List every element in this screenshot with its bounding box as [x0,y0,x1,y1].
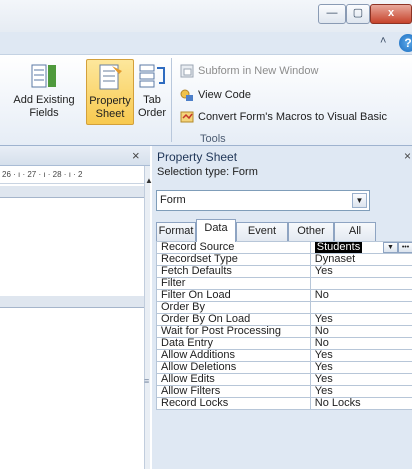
scroll-grip-icon[interactable]: ≡ [144,376,149,386]
convert-macros-label: Convert Form's Macros to Visual Basic [198,111,387,123]
property-name: Allow Edits [156,373,311,386]
horizontal-ruler: 26 · ı · 27 · ı · 28 · ı · 2 [0,166,144,184]
property-value[interactable]: Students ▼ ••• [309,241,412,254]
detail-band[interactable] [0,296,144,308]
property-sheet-button[interactable]: Property Sheet [86,59,134,125]
property-row[interactable]: Allow Additions Yes [156,349,412,362]
property-name: Recordset Type [156,253,311,266]
ribbon-separator [171,58,172,142]
view-code-button[interactable]: View Code [180,85,251,105]
property-sheet-label: Property Sheet [89,95,131,120]
object-selector-value: Form [160,194,186,206]
form-header-band[interactable] [0,186,144,198]
chevron-down-icon[interactable]: ▼ [352,193,367,208]
property-row[interactable]: Allow Edits Yes [156,373,412,386]
minimize-ribbon-icon[interactable]: ˄ [380,35,386,47]
property-sheet-icon [99,64,122,90]
property-value[interactable]: Yes [309,361,412,374]
convert-macros-icon [180,111,194,123]
property-name: Fetch Defaults [156,265,311,278]
selection-type-label: Selection type: Form [157,166,258,178]
subform-icon [180,64,194,78]
close-document-icon[interactable]: × [132,148,140,163]
view-code-icon [180,89,193,102]
subform-in-new-window-label: Subform in New Window [198,65,319,77]
title-bar: — ▢ x [0,0,412,32]
subform-in-new-window-button[interactable]: Subform in New Window [180,61,318,81]
property-value[interactable]: No Locks [309,397,412,410]
property-value[interactable] [309,301,412,314]
property-value[interactable] [309,277,412,290]
tools-group-label: Tools [200,133,226,145]
property-sheet-title: Property Sheet [157,150,238,164]
property-row[interactable]: Order By On Load Yes [156,313,412,326]
tab-format[interactable]: Format [156,222,196,241]
property-value[interactable]: Dynaset [309,253,412,266]
vertical-scrollbar[interactable] [144,166,150,469]
tab-other[interactable]: Other [288,222,334,241]
property-name: Order By [156,301,311,314]
object-selector-dropdown[interactable]: Form ▼ [156,190,370,211]
property-value[interactable]: Yes [309,373,412,386]
property-row[interactable]: Record Locks No Locks [156,397,412,410]
chevron-down-icon[interactable]: ▼ [383,242,398,253]
property-name: Data Entry [156,337,311,350]
minimize-button[interactable]: — [318,4,346,24]
view-code-label: View Code [198,89,251,101]
tab-event[interactable]: Event [236,222,288,241]
property-sheet-pane: Property Sheet × Selection type: Form Fo… [152,146,412,469]
property-row[interactable]: Data Entry No [156,337,412,350]
add-existing-fields-icon [31,64,56,88]
property-name: Allow Additions [156,349,311,362]
property-name: Record Source [156,241,311,254]
property-value[interactable]: Yes [309,265,412,278]
property-name: Filter [156,277,311,290]
convert-macros-button[interactable]: Convert Form's Macros to Visual Basic [180,107,387,127]
property-value[interactable]: Yes [309,385,412,398]
tab-order-label: Tab Order [137,94,167,119]
tab-all[interactable]: All [334,222,376,241]
property-row[interactable]: Wait for Post Processing No [156,325,412,338]
property-name: Allow Deletions [156,361,311,374]
property-row[interactable]: Filter On Load No [156,289,412,302]
property-row[interactable]: Fetch Defaults Yes [156,265,412,278]
record-source-buttons: ▼ ••• [383,242,412,253]
ribbon-tab-strip [0,32,412,54]
property-grid: Record Source Students ▼ ••• Recordset Type D… [156,241,412,410]
property-name: Wait for Post Processing [156,325,311,338]
builder-ellipsis-icon[interactable]: ••• [398,242,412,253]
property-name: Record Locks [156,397,311,410]
property-name: Order By On Load [156,313,311,326]
record-source-value[interactable]: Students [314,242,363,253]
property-name: Allow Filters [156,385,311,398]
add-existing-fields-label: Add Existing Fields [13,94,75,119]
property-row[interactable]: Record Source Students ▼ ••• [156,241,412,254]
tab-order-icon [139,64,165,88]
property-value[interactable]: No [309,325,412,338]
property-row[interactable]: Allow Deletions Yes [156,361,412,374]
property-row[interactable]: Order By [156,301,412,314]
property-row[interactable]: Allow Filters Yes [156,385,412,398]
help-icon[interactable]: ? [399,34,412,52]
property-name: Filter On Load [156,289,311,302]
property-value[interactable]: No [309,337,412,350]
restore-button[interactable]: ▢ [346,4,370,24]
tab-data[interactable]: Data [196,219,236,242]
close-window-button[interactable]: x [370,4,412,24]
tab-order-button[interactable]: Tab Order [136,61,168,120]
form-design-pane: × 26 · ı · 27 · ı · 28 · ı · 2 ▲ ≡ [0,146,153,469]
property-value[interactable]: Yes [309,349,412,362]
ribbon: Add Existing Fields Property Sheet Tab O… [0,54,412,146]
property-value[interactable]: No [309,289,412,302]
add-existing-fields-button[interactable]: Add Existing Fields [4,61,84,120]
property-value[interactable]: Yes [309,313,412,326]
property-row[interactable]: Filter [156,277,412,290]
close-property-sheet-icon[interactable]: × [404,149,411,163]
document-tab-bar: × [0,146,150,166]
property-row[interactable]: Recordset Type Dynaset [156,253,412,266]
